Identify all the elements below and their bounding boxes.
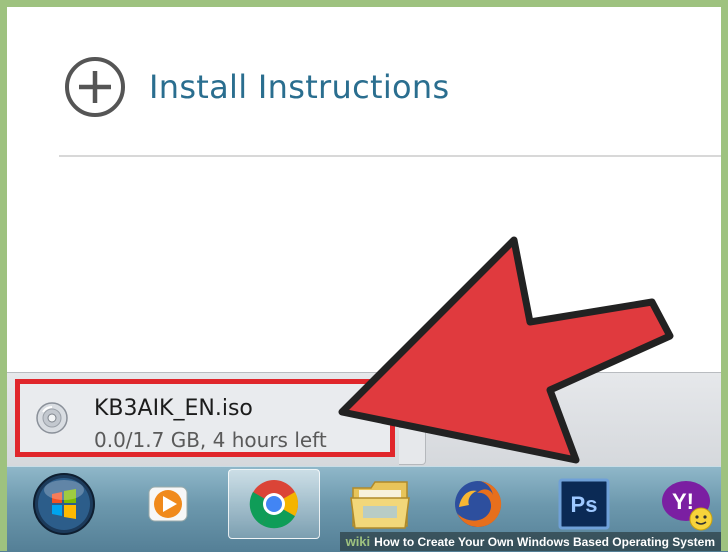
file-explorer-icon bbox=[350, 481, 410, 529]
firefox-icon bbox=[455, 480, 502, 527]
download-status: 0.0/1.7 GB, 4 hours left bbox=[94, 428, 327, 452]
install-instructions-toggle[interactable]: Install Instructions bbox=[63, 55, 449, 119]
page-content: Install Instructions bbox=[7, 7, 721, 372]
download-item[interactable]: KB3AIK_EN.iso 0.0/1.7 GB, 4 hours left bbox=[15, 379, 395, 457]
watermark-text: How to Create Your Own Windows Based Ope… bbox=[374, 535, 715, 549]
watermark-caption: wiki How to Create Your Own Windows Based… bbox=[339, 532, 721, 551]
watermark-brand: wiki bbox=[345, 534, 371, 549]
taskbar-media-player[interactable] bbox=[122, 469, 214, 539]
download-file-name: KB3AIK_EN.iso bbox=[94, 396, 253, 421]
taskbar-photoshop[interactable]: Ps bbox=[538, 469, 630, 539]
divider bbox=[59, 155, 721, 157]
download-menu-button[interactable] bbox=[399, 427, 426, 465]
plus-circle-icon bbox=[65, 57, 125, 117]
yahoo-messenger-icon: Y! bbox=[662, 481, 713, 531]
taskbar-firefox[interactable] bbox=[432, 469, 524, 539]
photoshop-icon: Ps bbox=[558, 478, 610, 530]
svg-text:Y!: Y! bbox=[672, 489, 694, 514]
start-orb-icon bbox=[33, 473, 95, 535]
install-instructions-label: Install Instructions bbox=[149, 68, 450, 106]
media-player-icon bbox=[148, 486, 188, 522]
start-button[interactable] bbox=[18, 469, 110, 539]
download-shelf: KB3AIK_EN.iso 0.0/1.7 GB, 4 hours left bbox=[7, 372, 721, 467]
taskbar-yahoo-messenger[interactable]: Y! bbox=[640, 469, 728, 539]
svg-text:Ps: Ps bbox=[571, 492, 598, 517]
taskbar-file-explorer[interactable] bbox=[334, 469, 426, 539]
disc-image-icon bbox=[36, 402, 68, 434]
taskbar-chrome[interactable] bbox=[228, 469, 320, 539]
chrome-icon bbox=[249, 480, 299, 529]
